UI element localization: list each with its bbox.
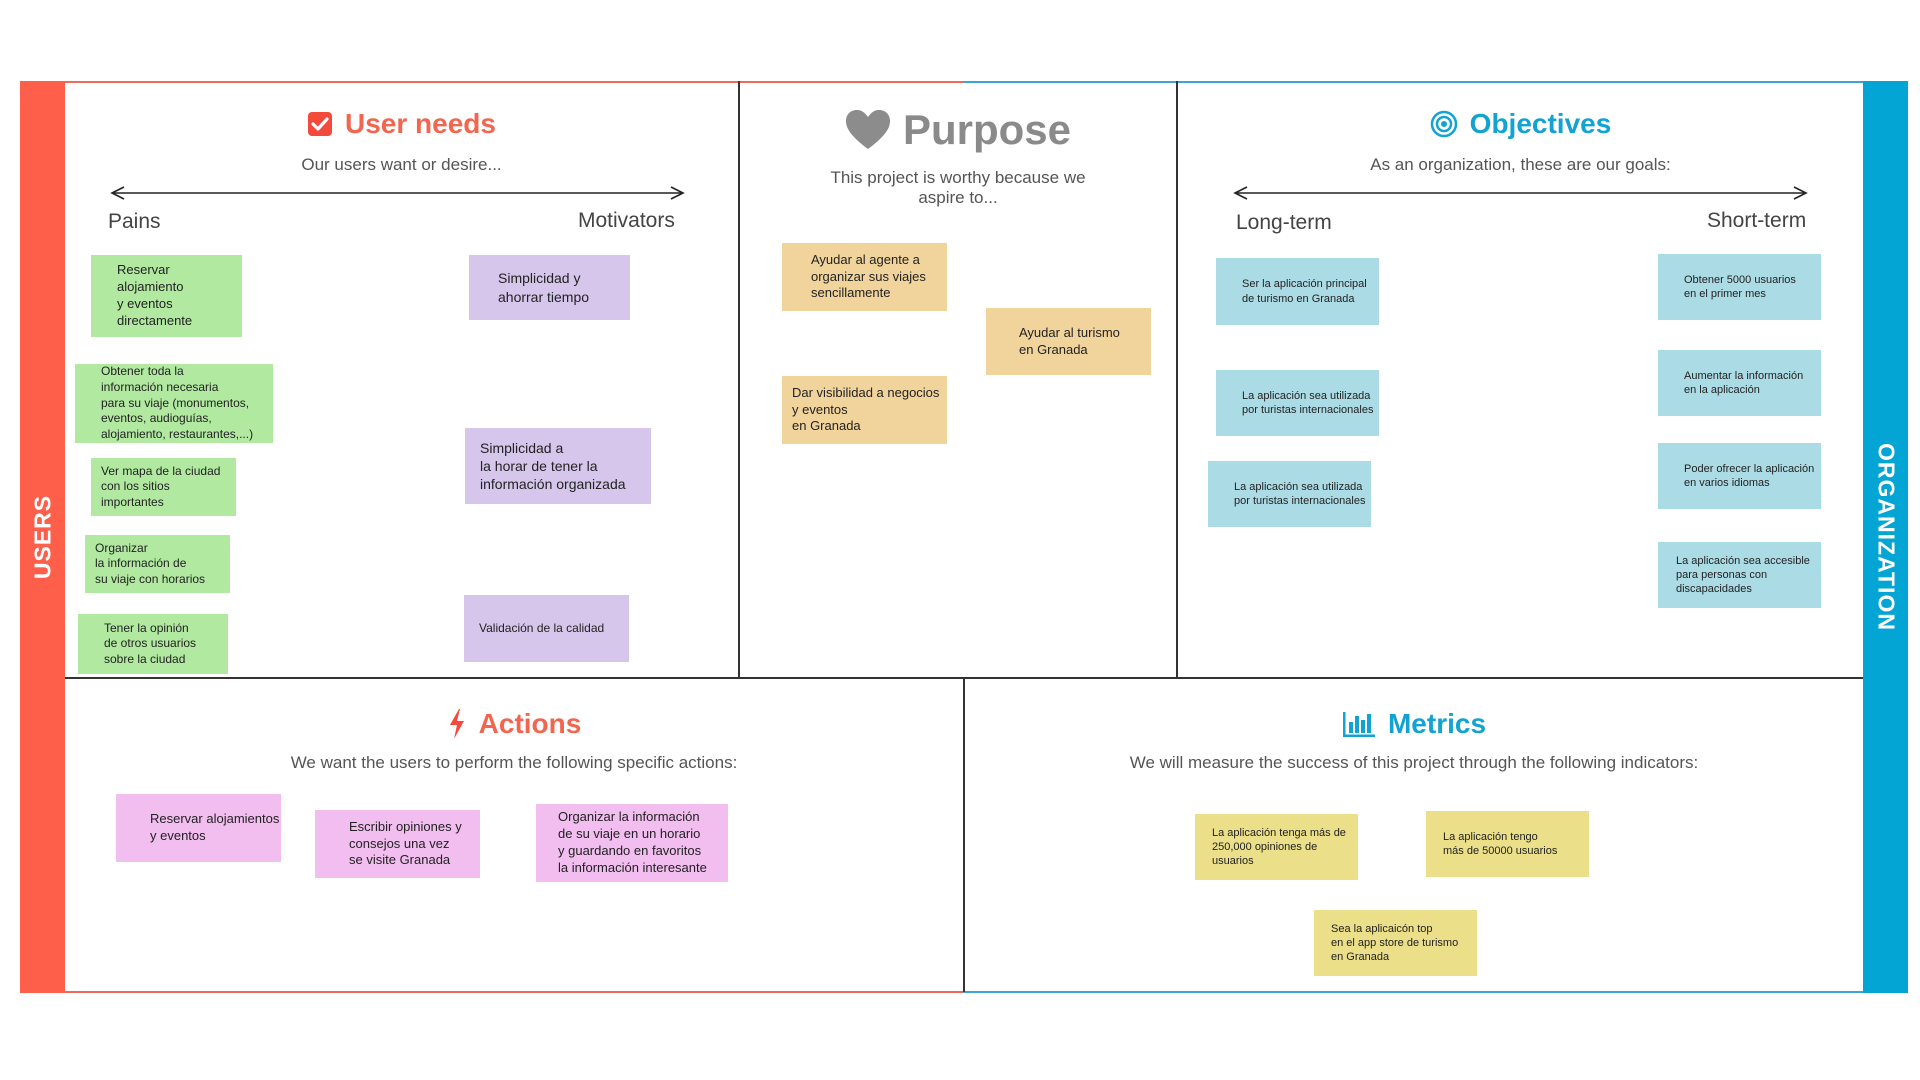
sticky-note-action: Organizar la información de su viaje en … [536, 804, 728, 882]
sticky-note-pain: Organizar la información de su viaje con… [85, 535, 230, 593]
sticky-note-purpose: Ayudar al agente a organizar sus viajes … [782, 243, 947, 311]
sticky-note-action: Reservar alojamientos y eventos [116, 794, 281, 862]
sticky-note-long-term: Ser la aplicación principal de turismo e… [1216, 258, 1379, 325]
bar-chart-icon [1342, 712, 1375, 737]
actions-title: Actions [478, 708, 582, 739]
sticky-note-long-term: La aplicación sea utilizada por turistas… [1216, 370, 1379, 436]
sticky-note-motivator: Simplicidad a la horar de tener la infor… [465, 428, 651, 504]
sticky-note-short-term: La aplicación sea accesible para persona… [1658, 542, 1821, 608]
user-needs-title: User needs [345, 108, 496, 139]
metrics-title: Metrics [1387, 708, 1487, 739]
sticky-note-pain: Tener la opinión de otros usuarios sobre… [78, 614, 228, 674]
users-side-bar: USERS [20, 81, 65, 993]
sticky-note-pain: Ver mapa de la ciudad con los sitios imp… [91, 458, 236, 516]
sticky-note-action: Escribir opiniones y consejos una vez se… [315, 810, 480, 878]
sticky-note-short-term: Aumentar la información en la aplicación [1658, 350, 1821, 416]
user-needs-axis-arrow [110, 186, 685, 200]
pains-label: Pains [108, 210, 161, 233]
objectives-heading: Objectives [1178, 108, 1863, 140]
sticky-note-short-term: Poder ofrecer la aplicación en varios id… [1658, 443, 1821, 509]
long-term-label: Long-term [1236, 211, 1332, 234]
purpose-title: Purpose [902, 106, 1072, 153]
user-needs-heading: User needs [65, 108, 738, 140]
user-needs-subtitle: Our users want or desire... [301, 155, 502, 174]
objectives-axis-arrow [1233, 186, 1808, 200]
lightning-icon [449, 709, 464, 739]
motivators-label: Motivators [578, 209, 675, 232]
actions-heading: Actions [65, 708, 963, 740]
purpose-heading: Purpose [740, 106, 1176, 154]
objectives-subtitle: As an organization, these are our goals: [1370, 155, 1671, 174]
sticky-note-pain: Reservar alojamiento y eventos directame… [91, 255, 242, 337]
checkbox-icon [308, 112, 333, 136]
organization-side-bar: ORGANIZATION [1863, 81, 1908, 993]
sticky-note-motivator: Validación de la calidad [464, 595, 629, 662]
top-border-blue [963, 81, 1863, 83]
bottom-border-red [65, 991, 963, 993]
sticky-note-long-term: La aplicación sea utilizada por turistas… [1208, 461, 1371, 527]
sticky-note-pain: Obtener toda la información necesaria pa… [75, 364, 273, 443]
metrics-subtitle: We will measure the success of this proj… [1129, 753, 1699, 772]
short-term-label: Short-term [1707, 209, 1807, 232]
target-icon [1430, 110, 1457, 138]
sticky-note-metric: La aplicación tenga más de 250,000 opini… [1195, 814, 1358, 880]
metrics-heading: Metrics [965, 708, 1863, 740]
objectives-title: Objectives [1469, 108, 1612, 139]
actions-subtitle: We want the users to perform the followi… [290, 753, 738, 772]
top-border-red [65, 81, 963, 83]
organization-side-label: ORGANIZATION [1873, 443, 1899, 631]
bottom-border-blue [963, 991, 1863, 993]
sticky-note-purpose: Ayudar al turismo en Granada [986, 308, 1151, 375]
purpose-subtitle: This project is worthy because we aspire… [830, 168, 1086, 207]
sticky-note-metric: Sea la aplicaicón top en el app store de… [1314, 910, 1477, 976]
sticky-note-metric: La aplicación tengo más de 50000 usuario… [1426, 811, 1589, 877]
sticky-note-motivator: Simplicidad y ahorrar tiempo [469, 255, 630, 320]
heart-icon [845, 110, 890, 149]
sticky-note-short-term: Obtener 5000 usuarios en el primer mes [1658, 254, 1821, 320]
users-side-label: USERS [29, 494, 55, 580]
sticky-note-purpose: Dar visibilidad a negocios y eventos en … [782, 376, 947, 444]
